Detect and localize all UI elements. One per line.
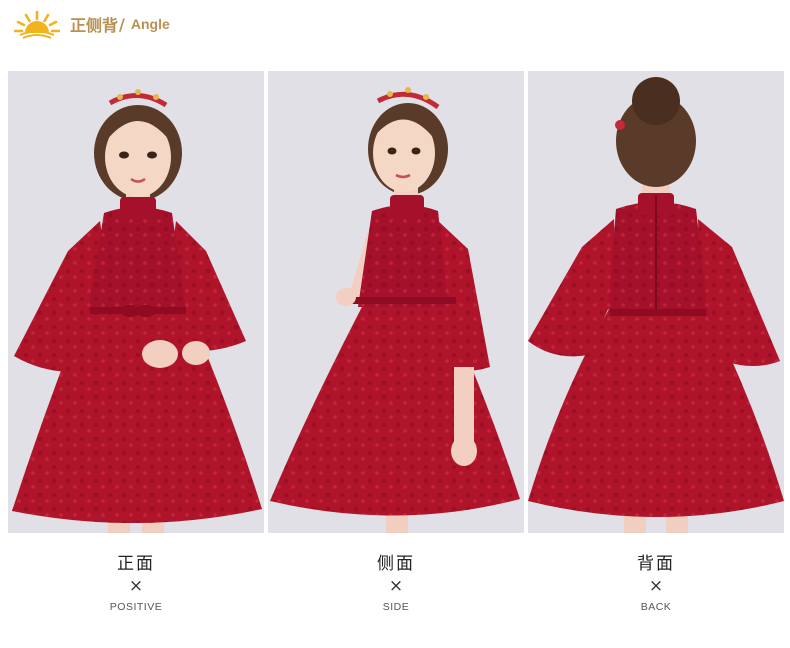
cross-mark-icon: × (128, 576, 144, 596)
side-view-photo (268, 71, 524, 533)
header-separator: / (119, 14, 125, 34)
girl-front-illustration (8, 71, 264, 533)
caption-front-chinese: 正面 (117, 554, 155, 574)
cross-mark-icon: × (648, 576, 664, 596)
girl-back-illustration (528, 71, 784, 533)
caption-back-chinese: 背面 (637, 554, 675, 574)
caption-side-chinese: 侧面 (377, 554, 415, 574)
caption-front-english: POSITIVE (109, 601, 163, 613)
girl-side-illustration (268, 71, 524, 533)
sun-icon (14, 10, 60, 39)
caption-back-english: BACK (640, 601, 672, 613)
caption-back: 背面 × BACK (528, 552, 784, 614)
section-header: 正侧背 / Angle (14, 6, 170, 42)
caption-side: 侧面 × SIDE (268, 552, 524, 614)
back-view-photo (528, 71, 784, 533)
header-title-chinese: 正侧背 (70, 16, 119, 35)
caption-front: 正面 × POSITIVE (8, 552, 264, 614)
caption-side-english: SIDE (382, 601, 410, 613)
front-view-photo (8, 71, 264, 533)
header-title-english: Angle (130, 16, 170, 32)
cross-mark-icon: × (388, 576, 404, 596)
